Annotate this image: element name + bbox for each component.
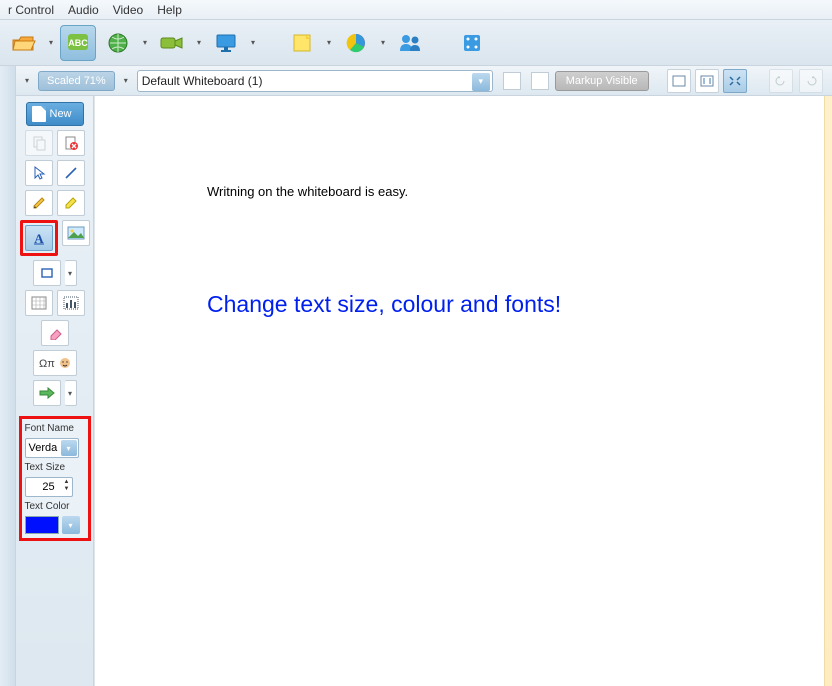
option-square-1[interactable] — [503, 72, 521, 90]
font-name-value: Verda — [29, 442, 58, 454]
sub-toolbar: ▾ Scaled 71% ▾ Default Whiteboard (1) ▾ … — [16, 66, 832, 96]
film-button[interactable] — [454, 25, 490, 61]
menubar: r Control Audio Video Help — [0, 0, 832, 20]
new-button-label: New — [50, 108, 72, 120]
menu-control[interactable]: r Control — [2, 1, 60, 19]
chart-button[interactable] — [338, 25, 374, 61]
open-folder-dropdown[interactable]: ▾ — [46, 38, 56, 47]
rotate-right-button[interactable] — [799, 69, 823, 93]
line-tool[interactable] — [57, 160, 85, 186]
fit-mode-2[interactable] — [695, 69, 719, 93]
canvas-text-2[interactable]: Change text size, colour and fonts! — [207, 291, 561, 318]
dropdown-icon: ▾ — [61, 440, 77, 456]
camera-button[interactable] — [154, 25, 190, 61]
note-button[interactable] — [284, 25, 320, 61]
monitor-button[interactable] — [208, 25, 244, 61]
svg-text:Ωπ: Ωπ — [39, 358, 55, 370]
select-tool[interactable] — [25, 160, 53, 186]
chart-tool[interactable] — [57, 290, 85, 316]
delete-page-tool[interactable] — [57, 130, 85, 156]
markup-visible-button[interactable]: Markup Visible — [555, 71, 649, 91]
note-dropdown[interactable]: ▾ — [324, 38, 334, 47]
grid-tool[interactable] — [25, 290, 53, 316]
text-color-dropdown[interactable]: ▾ — [62, 516, 80, 534]
main-toolbar: ▾ ABC ▾ ▾ ▾ ▾ ▾ — [0, 20, 832, 66]
fit-mode-1[interactable] — [667, 69, 691, 93]
text-size-input[interactable]: 25 ▲▼ — [25, 477, 73, 497]
svg-text:ABC: ABC — [68, 38, 88, 48]
option-square-2[interactable] — [531, 72, 549, 90]
tool-sidebar: New A ▾ Ω — [16, 96, 94, 686]
sub-left-dropdown[interactable]: ▾ — [22, 76, 32, 85]
font-name-select[interactable]: Verda ▾ — [25, 438, 79, 458]
camera-dropdown[interactable]: ▾ — [194, 38, 204, 47]
shape-dropdown[interactable]: ▾ — [65, 260, 77, 286]
users-button[interactable] — [392, 25, 428, 61]
font-name-label: Font Name — [25, 423, 85, 434]
scaled-dropdown[interactable]: ▾ — [121, 76, 131, 85]
whiteboard-select-value: Default Whiteboard (1) — [142, 74, 263, 88]
chart-dropdown[interactable]: ▾ — [378, 38, 388, 47]
fit-mode-3[interactable] — [723, 69, 747, 93]
text-color-swatch[interactable] — [25, 516, 59, 534]
text-size-value: 25 — [42, 481, 54, 493]
pencil-tool[interactable] — [25, 190, 53, 216]
canvas-text-1[interactable]: Writning on the whiteboard is easy. — [207, 184, 408, 199]
page-icon — [32, 106, 46, 122]
symbols-tool[interactable]: Ωπ — [33, 350, 77, 376]
image-tool[interactable] — [62, 220, 90, 246]
font-panel: Font Name Verda ▾ Text Size 25 ▲▼ Text C… — [19, 416, 91, 541]
next-tool[interactable] — [33, 380, 61, 406]
monitor-dropdown[interactable]: ▾ — [248, 38, 258, 47]
eraser-tool[interactable] — [41, 320, 69, 346]
next-dropdown[interactable]: ▾ — [65, 380, 77, 406]
new-button[interactable]: New — [26, 102, 84, 126]
right-edge — [824, 96, 832, 686]
whiteboard-button[interactable]: ABC — [60, 25, 96, 61]
globe-dropdown[interactable]: ▾ — [140, 38, 150, 47]
whiteboard-canvas[interactable]: Writning on the whiteboard is easy. Chan… — [94, 96, 824, 686]
open-folder-button[interactable] — [6, 25, 42, 61]
scaled-label[interactable]: Scaled 71% — [38, 71, 115, 91]
text-tool[interactable]: A — [25, 225, 53, 251]
text-size-label: Text Size — [25, 462, 85, 473]
whiteboard-select[interactable]: Default Whiteboard (1) ▾ — [137, 70, 493, 92]
text-color-label: Text Color — [25, 501, 85, 512]
dropdown-icon: ▾ — [472, 73, 490, 91]
menu-help[interactable]: Help — [151, 1, 188, 19]
spinner-arrows[interactable]: ▲▼ — [64, 479, 70, 493]
highlighter-tool[interactable] — [57, 190, 85, 216]
copy-tool[interactable] — [25, 130, 53, 156]
menu-audio[interactable]: Audio — [62, 1, 105, 19]
menu-video[interactable]: Video — [107, 1, 149, 19]
globe-button[interactable] — [100, 25, 136, 61]
rotate-left-button[interactable] — [769, 69, 793, 93]
rectangle-tool[interactable] — [33, 260, 61, 286]
